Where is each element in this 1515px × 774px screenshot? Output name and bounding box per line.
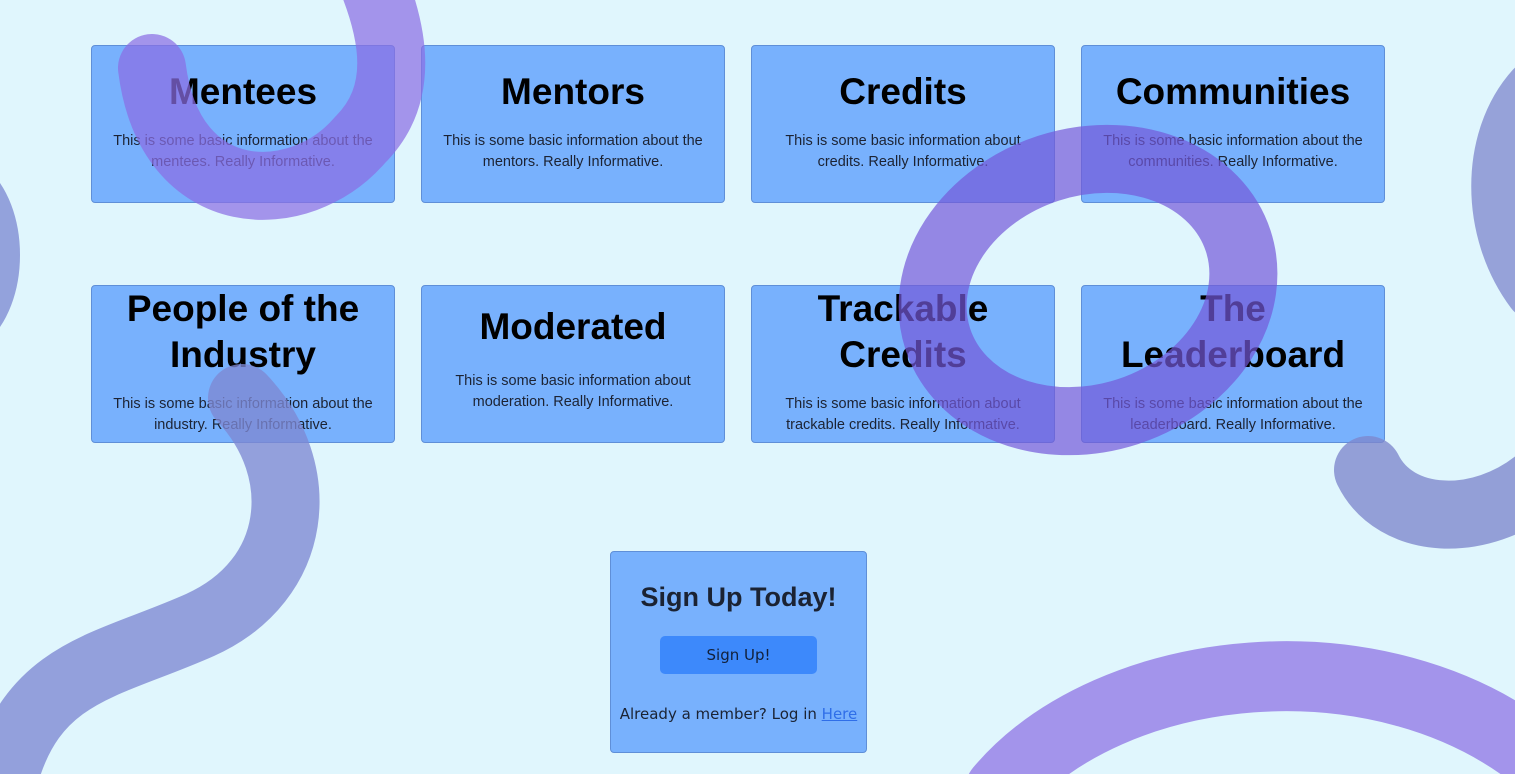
card-description: This is some basic information about the… <box>1103 133 1363 170</box>
card-the-leaderboard: The Leaderboard This is some basic infor… <box>1081 285 1385 443</box>
card-communities: Communities This is some basic informati… <box>1081 45 1385 203</box>
card-title: The Leaderboard <box>1120 288 1346 375</box>
card-title: Mentees <box>168 71 318 112</box>
card-people-of-the-industry: People of the Industry This is some basi… <box>91 285 395 443</box>
signup-panel: Sign Up Today! Sign Up! Already a member… <box>610 551 867 753</box>
card-title: Mentors <box>501 71 645 112</box>
card-description: This is some basic information about the… <box>113 396 373 433</box>
card-description: This is some basic information about cre… <box>785 133 1021 170</box>
card-mentors: Mentors This is some basic information a… <box>421 45 725 203</box>
login-link[interactable]: Here <box>822 705 858 723</box>
swirl-right-edge <box>1471 67 1515 313</box>
card-description: This is some basic information about the… <box>1103 396 1363 433</box>
card-description: This is some basic information about tra… <box>785 396 1021 433</box>
card-description: This is some basic information about the… <box>443 133 703 170</box>
card-title: People of the Industry <box>126 288 360 375</box>
card-mentees: Mentees This is some basic information a… <box>91 45 395 203</box>
card-title: Moderated <box>479 306 667 347</box>
swirl-right-hook <box>1334 436 1515 549</box>
login-prompt: Already a member? Log in Here <box>611 704 866 724</box>
login-prompt-text: Already a member? Log in <box>619 705 817 723</box>
card-title: Communities <box>1115 71 1351 112</box>
card-description: This is some basic information about mod… <box>455 373 691 410</box>
signup-button[interactable]: Sign Up! <box>660 636 817 674</box>
card-title: Credits <box>839 71 967 112</box>
swirl-left-s-curve <box>0 364 320 774</box>
card-moderated: Moderated This is some basic information… <box>421 285 725 443</box>
signup-title: Sign Up Today! <box>640 582 837 612</box>
card-trackable-credits: Trackable Credits This is some basic inf… <box>751 285 1055 443</box>
card-credits: Credits This is some basic information a… <box>751 45 1055 203</box>
card-title: Trackable Credits <box>817 288 989 375</box>
card-description: This is some basic information about the… <box>113 133 373 170</box>
swirl-bottom-right <box>969 641 1515 774</box>
